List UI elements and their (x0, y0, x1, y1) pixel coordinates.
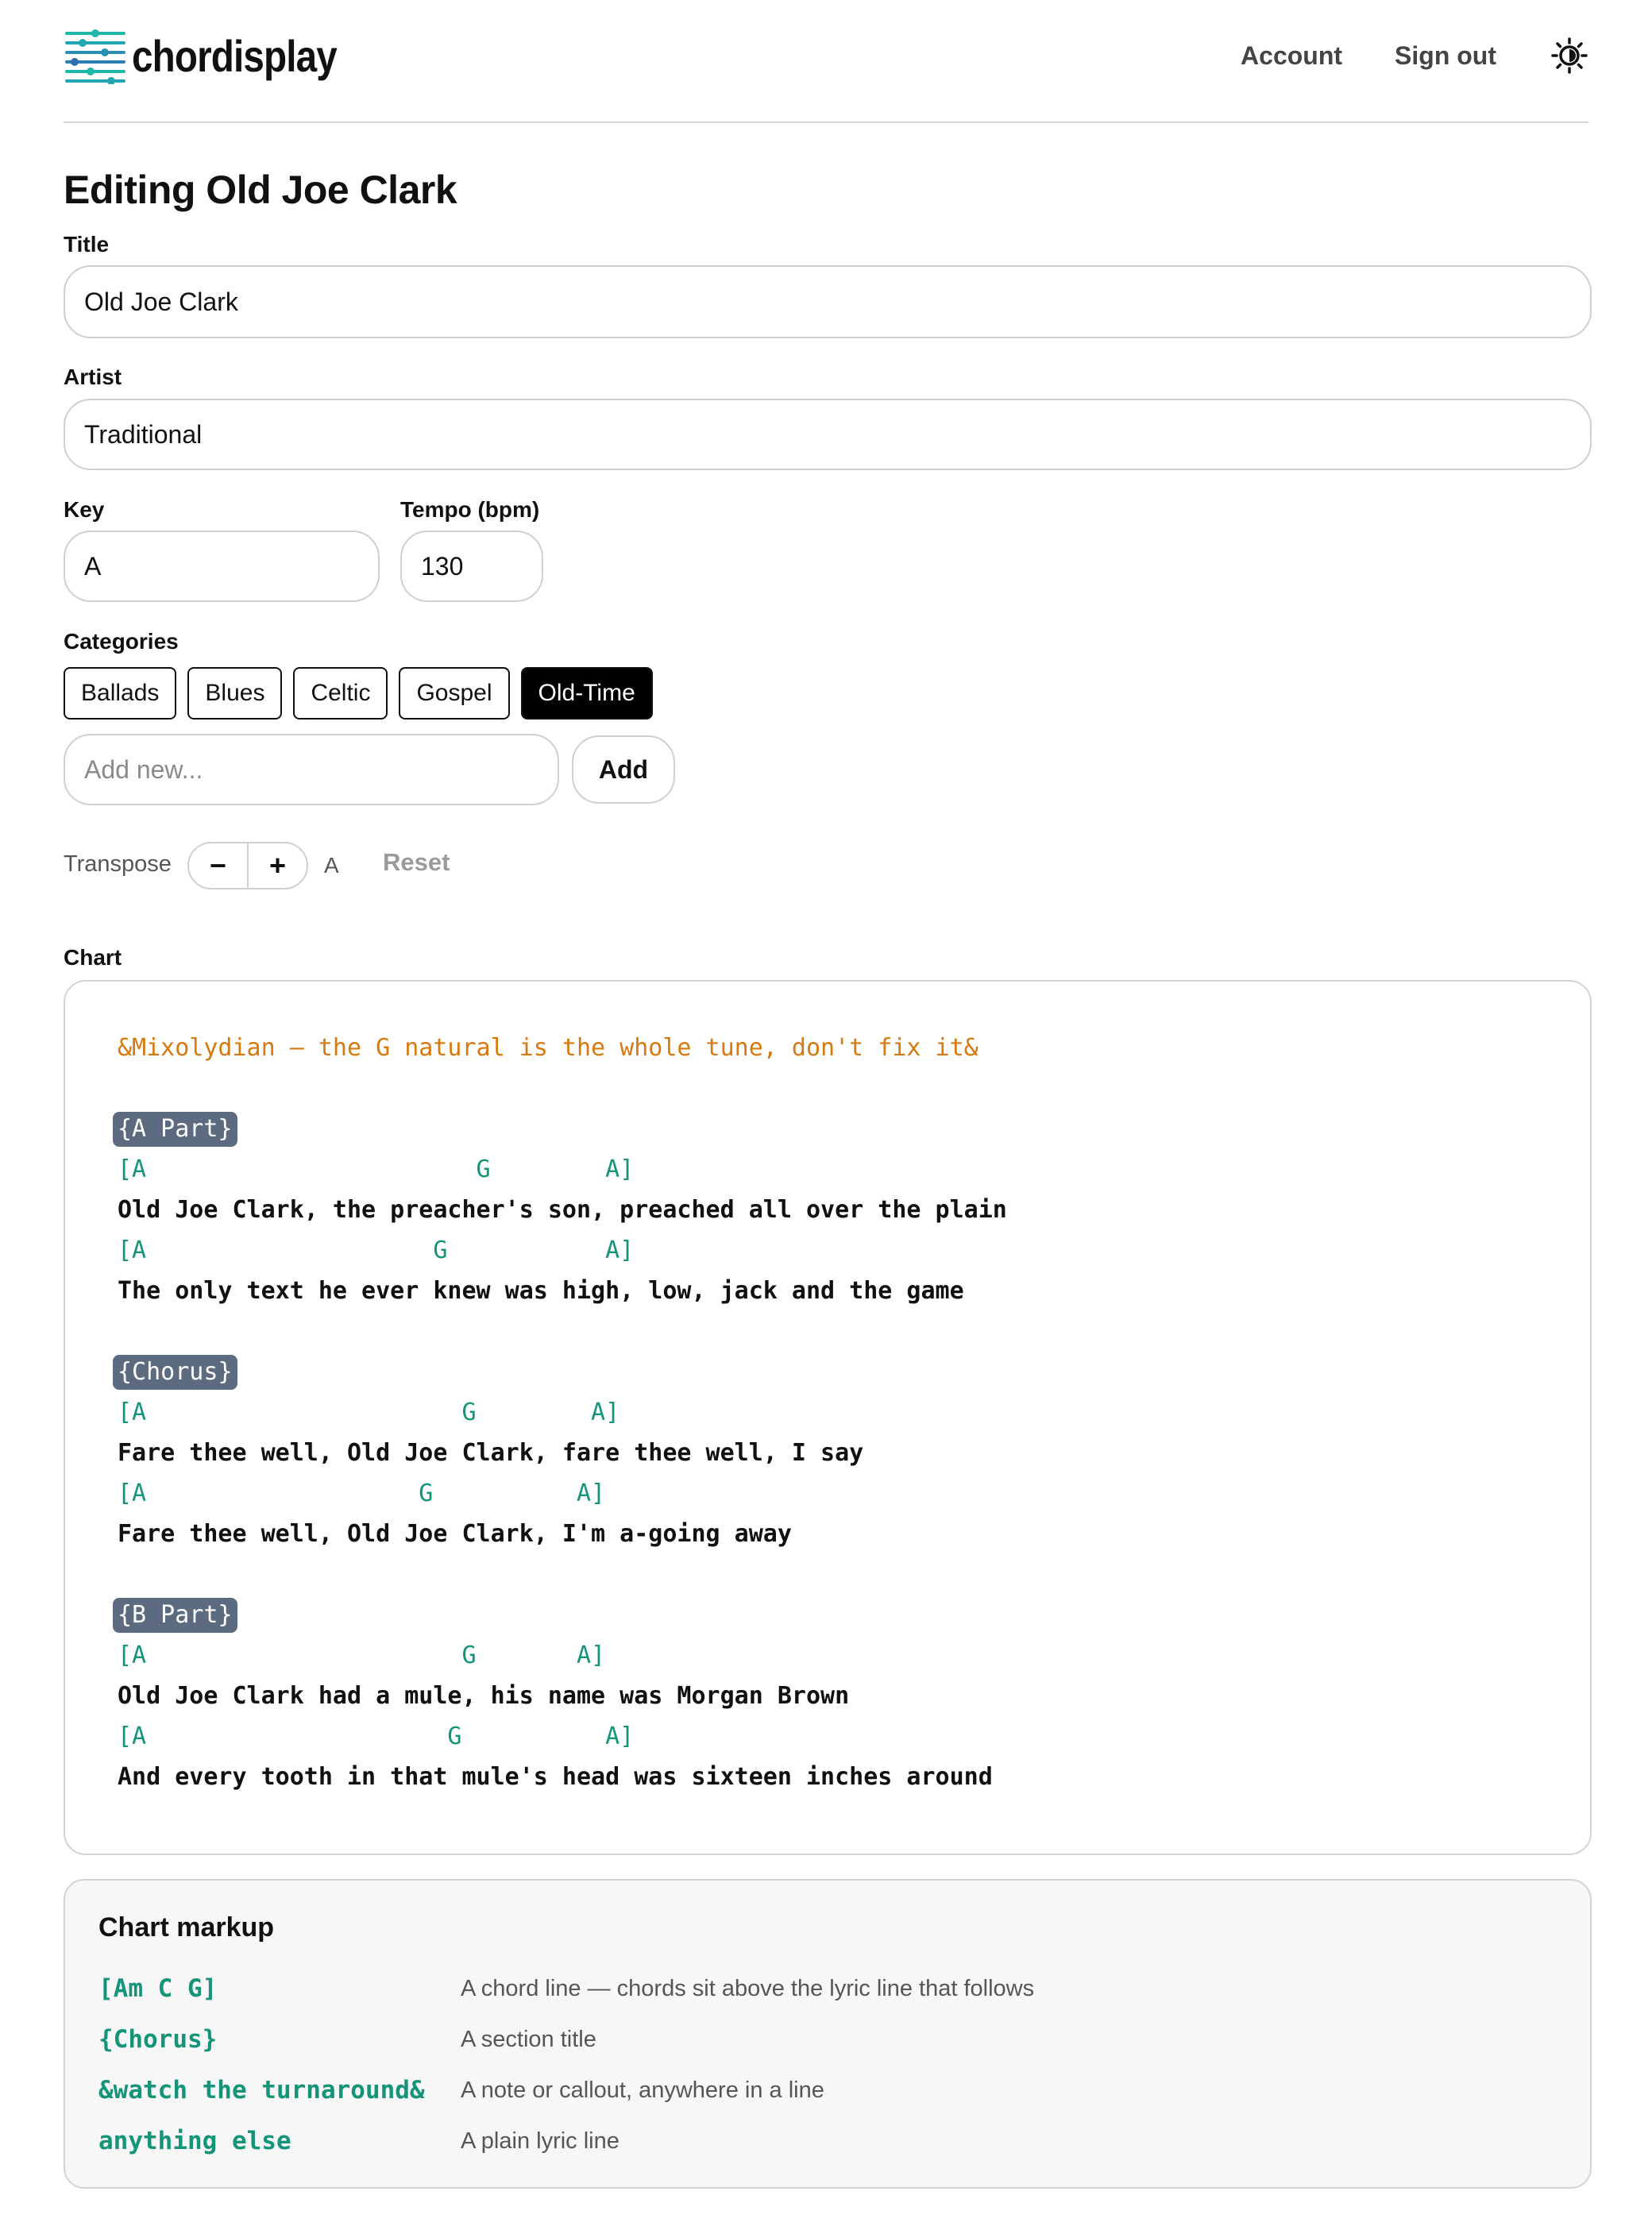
category-chip-gospel[interactable]: Gospel (399, 667, 510, 720)
edit-song-page: chordisplay Account Sign out Editing Old… (0, 0, 1652, 2230)
chart-note-line: &Mixolydian — the G natural is the whole… (118, 1034, 978, 1062)
chart-chord-line: [A G A] (118, 1480, 606, 1507)
markup-help-row: anything else A plain lyric line (98, 2127, 620, 2155)
chart-markup-help: Chart markup [Am C G] A chord line — cho… (64, 1879, 1592, 2189)
title-input[interactable]: Old Joe Clark (64, 265, 1592, 338)
chart-blank-line (118, 1554, 1007, 1595)
new-category-input[interactable]: Add new... (64, 734, 559, 805)
markup-help-row: {Chorus} A section title (98, 2025, 596, 2054)
title-label: Title (64, 232, 110, 257)
markup-example-desc: A note or callout, anywhere in a line (461, 2077, 824, 2103)
chart-section-line: {A Part} (113, 1109, 1007, 1149)
section-title-badge: {B Part} (113, 1598, 237, 1633)
chart-chord-line: [A G A] (118, 1723, 635, 1750)
chart-content: &Mixolydian — the G natural is the whole… (113, 1028, 1007, 1797)
markup-example-desc: A section title (461, 2026, 596, 2052)
markup-help-title: Chart markup (98, 1912, 275, 1943)
section-title-badge: {A Part} (113, 1112, 237, 1147)
transpose-label: Transpose (64, 851, 172, 877)
markup-help-row: [Am C G] A chord line — chords sit above… (98, 1974, 1034, 2003)
account-link[interactable]: Account (1241, 41, 1342, 71)
markup-example-code: anything else (98, 2127, 291, 2155)
category-chips: Ballads Blues Celtic Gospel Old-Time (64, 667, 664, 720)
chart-lyric-line: The only text he ever knew was high, low… (118, 1277, 964, 1305)
chart-section-line: {B Part} (113, 1595, 1007, 1635)
chart-chord-line: [A G A] (118, 1399, 620, 1426)
key-label: Key (64, 497, 105, 522)
sun-icon[interactable] (1550, 37, 1588, 75)
key-input[interactable]: A (64, 530, 380, 602)
chart-blank-line (118, 1311, 1007, 1352)
sign-out-link[interactable]: Sign out (1395, 41, 1496, 71)
transpose-down-button[interactable]: − (189, 843, 249, 888)
chart-blank-line (118, 1068, 1007, 1109)
chart-lyric-line: Fare thee well, Old Joe Clark, fare thee… (118, 1439, 864, 1467)
chart-editor[interactable]: &Mixolydian — the G natural is the whole… (64, 980, 1592, 1855)
markup-example-desc: A plain lyric line (461, 2128, 620, 2154)
markup-example-code: &watch the turnaround& (98, 2076, 425, 2105)
add-category-button[interactable]: Add (572, 735, 675, 804)
chart-lyric-line: Old Joe Clark, the preacher's son, preac… (118, 1196, 1007, 1224)
page-title: Editing Old Joe Clark (64, 168, 457, 212)
markup-example-code: [Am C G] (98, 1974, 218, 2003)
transpose-current-key: A (324, 853, 339, 878)
top-nav: Account Sign out (1188, 37, 1588, 75)
equalizer-logo-icon (65, 29, 125, 84)
transpose-stepper: − + (187, 842, 308, 889)
top-header: chordisplay Account Sign out (64, 0, 1588, 123)
chart-lyric-line: Old Joe Clark had a mule, his name was M… (118, 1682, 850, 1710)
chart-lyric-line: Fare thee well, Old Joe Clark, I'm a-goi… (118, 1520, 792, 1548)
artist-input[interactable]: Traditional (64, 399, 1592, 470)
category-chip-blues[interactable]: Blues (187, 667, 283, 720)
chart-label: Chart (64, 945, 122, 970)
chart-chord-line: [A G A] (118, 1642, 606, 1669)
categories-label: Categories (64, 629, 179, 654)
category-chip-celtic[interactable]: Celtic (293, 667, 388, 720)
tempo-label: Tempo (bpm) (400, 497, 540, 522)
section-title-badge: {Chorus} (113, 1355, 237, 1390)
category-chip-old-time[interactable]: Old-Time (520, 667, 653, 720)
chart-section-line: {Chorus} (113, 1352, 1007, 1392)
chart-chord-line: [A G A] (118, 1237, 635, 1264)
chart-chord-line: [A G A] (118, 1156, 635, 1183)
artist-label: Artist (64, 365, 122, 389)
brand-logo[interactable]: chordisplay (64, 27, 372, 84)
markup-example-code: {Chorus} (98, 2025, 218, 2054)
tempo-input[interactable]: 130 (400, 530, 543, 602)
category-chip-ballads[interactable]: Ballads (64, 667, 177, 720)
brand-name: chordisplay (132, 30, 338, 81)
markup-help-row: &watch the turnaround& A note or callout… (98, 2076, 824, 2105)
markup-example-desc: A chord line — chords sit above the lyri… (461, 1975, 1035, 2001)
chart-lyric-line: And every tooth in that mule's head was … (118, 1763, 993, 1791)
transpose-up-button[interactable]: + (249, 843, 307, 888)
transpose-reset-button[interactable]: Reset (383, 848, 450, 877)
